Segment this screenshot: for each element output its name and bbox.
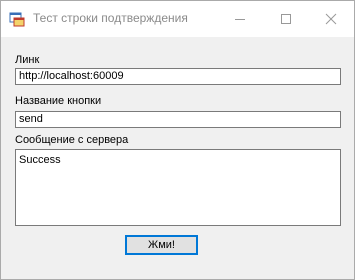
close-icon bbox=[325, 13, 337, 25]
minimize-button[interactable] bbox=[217, 1, 263, 37]
submit-button[interactable]: Жми! bbox=[125, 235, 198, 255]
minimize-icon bbox=[235, 18, 245, 20]
server-message-label: Сообщение с сервера bbox=[15, 134, 129, 146]
button-name-input[interactable]: send bbox=[15, 111, 341, 128]
maximize-icon bbox=[281, 14, 291, 24]
title-bar[interactable]: Тест строки подтверждения bbox=[1, 1, 354, 37]
maximize-button[interactable] bbox=[263, 1, 309, 37]
app-window: Тест строки подтверждения Линк http://lo… bbox=[0, 0, 355, 280]
close-button[interactable] bbox=[308, 1, 354, 37]
button-name-label: Название кнопки bbox=[15, 95, 102, 107]
link-label: Линк bbox=[15, 54, 40, 66]
server-message-textarea[interactable]: Success bbox=[15, 149, 341, 226]
window-title: Тест строки подтверждения bbox=[33, 11, 188, 25]
link-input[interactable]: http://localhost:60009 bbox=[15, 68, 341, 85]
form-app-icon bbox=[9, 12, 25, 27]
